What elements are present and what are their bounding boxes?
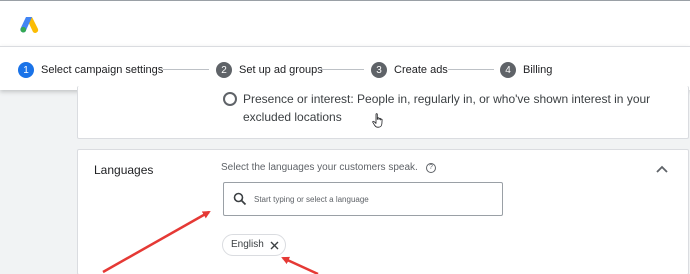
step-select-campaign-settings[interactable]: 1 Select campaign settings xyxy=(18,61,163,79)
step-number: 1 xyxy=(18,62,34,78)
search-icon xyxy=(233,192,247,206)
step-label: Billing xyxy=(523,64,553,76)
languages-description: Select the languages your customers spea… xyxy=(221,162,418,173)
hand-cursor-icon xyxy=(372,113,383,128)
language-chip-english: English xyxy=(222,234,286,256)
google-ads-logo[interactable] xyxy=(19,14,39,34)
language-chip-label: English xyxy=(231,239,264,250)
languages-title: Languages xyxy=(94,163,154,177)
step-billing[interactable]: 4 Billing xyxy=(500,61,552,79)
chevron-up-icon[interactable] xyxy=(655,164,669,174)
campaign-stepper: 1 Select campaign settings 2 Set up ad g… xyxy=(0,46,690,90)
step-connector xyxy=(163,69,209,70)
step-label: Select campaign settings xyxy=(41,64,164,76)
languages-card: Languages Select the languages your cust… xyxy=(77,149,689,274)
step-number: 4 xyxy=(500,62,516,78)
step-set-up-ad-groups[interactable]: 2 Set up ad groups xyxy=(216,61,323,79)
step-create-ads[interactable]: 3 Create ads xyxy=(371,61,448,79)
presence-or-interest-radio[interactable] xyxy=(223,92,237,106)
step-connector xyxy=(448,69,494,70)
top-bar xyxy=(0,0,690,46)
step-number: 3 xyxy=(371,62,387,78)
step-label: Set up ad groups xyxy=(239,64,323,76)
close-icon[interactable] xyxy=(270,241,279,250)
presence-or-interest-label[interactable]: Presence or interest: People in, regular… xyxy=(243,90,673,126)
help-icon[interactable]: ? xyxy=(426,163,436,173)
language-search-box[interactable] xyxy=(223,182,503,216)
step-number: 2 xyxy=(216,62,232,78)
step-connector xyxy=(318,69,364,70)
location-options-card: Presence or interest: People in, regular… xyxy=(77,86,689,139)
step-label: Create ads xyxy=(394,64,448,76)
language-search-input[interactable] xyxy=(254,191,494,207)
